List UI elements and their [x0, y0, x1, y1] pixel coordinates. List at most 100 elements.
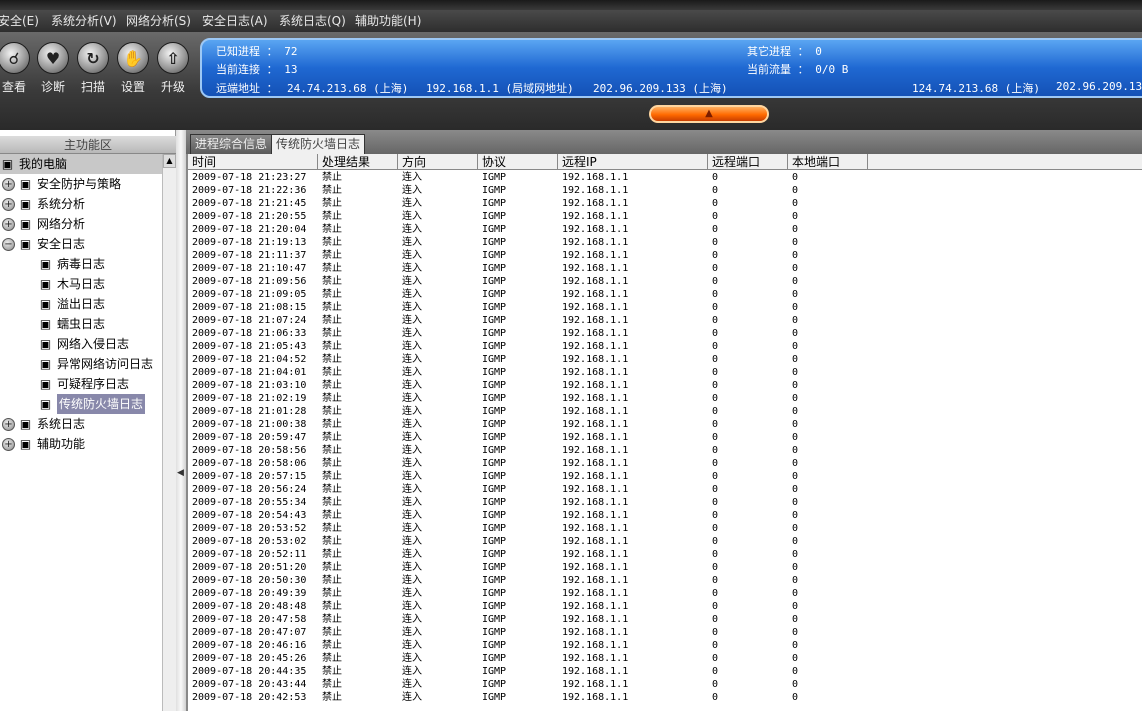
tab-process-info[interactable]: 进程综合信息 — [190, 134, 273, 154]
table-cell: 2009-07-18 20:52:11 — [192, 549, 307, 560]
table-cell: 0 — [712, 614, 719, 625]
table-row[interactable]: 2009-07-18 21:19:13 禁止 连入 IGMP 192.168.1.1 0 0 — [188, 236, 1142, 249]
table-cell: 禁止 — [322, 575, 342, 586]
collapse-icon[interactable]: − — [2, 238, 15, 251]
table-row[interactable]: 2009-07-18 20:58:56 禁止 连入 IGMP 192.168.1.1 0 0 — [188, 444, 1142, 457]
table-row[interactable]: 2009-07-18 20:48:48 禁止 连入 IGMP 192.168.1.1 0 0 — [188, 600, 1142, 613]
table-row[interactable]: 2009-07-18 21:21:45 禁止 连入 IGMP 192.168.1.1 0 0 — [188, 197, 1142, 210]
panel-splitter[interactable]: ◀ — [176, 130, 186, 711]
table-row[interactable]: 2009-07-18 21:10:47 禁止 连入 IGMP 192.168.1.1 0 0 — [188, 262, 1142, 275]
table-row[interactable]: 2009-07-18 20:59:47 禁止 连入 IGMP 192.168.1.1 0 0 — [188, 431, 1142, 444]
table-cell: IGMP — [482, 406, 507, 417]
table-row[interactable]: 2009-07-18 20:57:15 禁止 连入 IGMP 192.168.1.1 0 0 — [188, 470, 1142, 483]
table-row[interactable]: 2009-07-18 21:22:36 禁止 连入 IGMP 192.168.1.1 0 0 — [188, 184, 1142, 197]
tree-item[interactable]: ▣ 我的电脑 — [0, 154, 162, 174]
scan-icon: ↻ — [77, 42, 109, 74]
table-cell: IGMP — [482, 497, 507, 508]
table-cell: IGMP — [482, 653, 507, 664]
tab-firewall-log[interactable]: 传统防火墙日志 — [271, 134, 366, 154]
table-row[interactable]: 2009-07-18 20:45:26 禁止 连入 IGMP 192.168.1.1 0 0 — [188, 652, 1142, 665]
table-row[interactable]: 2009-07-18 21:09:05 禁止 连入 IGMP 192.168.1.1 0 0 — [188, 288, 1142, 301]
column-header[interactable]: 时间 — [188, 154, 318, 170]
table-cell: 禁止 — [322, 367, 342, 378]
column-header[interactable]: 方向 — [398, 154, 478, 170]
table-cell: IGMP — [482, 614, 507, 625]
table-row[interactable]: 2009-07-18 20:56:24 禁止 连入 IGMP 192.168.1.1 0 0 — [188, 483, 1142, 496]
table-row[interactable]: 2009-07-18 20:55:34 禁止 连入 IGMP 192.168.1.1 0 0 — [188, 496, 1142, 509]
syslog-icon: ▣ — [19, 417, 32, 431]
collapse-panel-button[interactable]: ▲ — [649, 105, 769, 123]
triangle-left-icon[interactable]: ◀ — [177, 468, 184, 478]
table-row[interactable]: 2009-07-18 21:08:15 禁止 连入 IGMP 192.168.1.1 0 0 — [188, 301, 1142, 314]
table-row[interactable]: 2009-07-18 20:53:52 禁止 连入 IGMP 192.168.1.1 0 0 — [188, 522, 1142, 535]
tree-item-label: 网络入侵日志 — [57, 337, 130, 351]
table-row[interactable]: 2009-07-18 21:20:55 禁止 连入 IGMP 192.168.1.1 0 0 — [188, 210, 1142, 223]
expand-icon[interactable]: + — [2, 418, 15, 431]
menu-system-log[interactable]: 系统日志(Q) — [279, 10, 346, 32]
table-cell: 2009-07-18 20:50:30 — [192, 575, 307, 586]
table-row[interactable]: 2009-07-18 21:09:56 禁止 连入 IGMP 192.168.1.1 0 0 — [188, 275, 1142, 288]
table-row[interactable]: 2009-07-18 20:50:30 禁止 连入 IGMP 192.168.1.1 0 0 — [188, 574, 1142, 587]
table-row[interactable]: 2009-07-18 21:00:38 禁止 连入 IGMP 192.168.1.1 0 0 — [188, 418, 1142, 431]
table-row[interactable]: 2009-07-18 20:47:07 禁止 连入 IGMP 192.168.1.1 0 0 — [188, 626, 1142, 639]
expand-icon[interactable]: + — [2, 198, 15, 211]
table-cell: 禁止 — [322, 562, 342, 573]
table-cell: 192.168.1.1 — [562, 367, 629, 378]
settings-button[interactable]: ✋ 设置 — [115, 42, 151, 95]
menu-system-analysis[interactable]: 系统分析(V) — [51, 10, 117, 32]
column-header[interactable]: 协议 — [478, 154, 558, 170]
table-cell: 连入 — [402, 484, 422, 495]
table-row[interactable]: 2009-07-18 21:05:43 禁止 连入 IGMP 192.168.1.1 0 0 — [188, 340, 1142, 353]
table-row[interactable]: 2009-07-18 21:04:01 禁止 连入 IGMP 192.168.1.1 0 0 — [188, 366, 1142, 379]
column-header[interactable]: 远程IP — [558, 154, 708, 170]
table-cell: IGMP — [482, 224, 507, 235]
table-cell: 禁止 — [322, 653, 342, 664]
table-row[interactable]: 2009-07-18 21:11:37 禁止 连入 IGMP 192.168.1.1 0 0 — [188, 249, 1142, 262]
table-row[interactable]: 2009-07-18 21:07:24 禁止 连入 IGMP 192.168.1.1 0 0 — [188, 314, 1142, 327]
expand-icon[interactable]: + — [2, 438, 15, 451]
table-cell: 0 — [792, 380, 799, 391]
expand-icon[interactable]: + — [2, 218, 15, 231]
table-row[interactable]: 2009-07-18 21:02:19 禁止 连入 IGMP 192.168.1.1 0 0 — [188, 392, 1142, 405]
table-row[interactable]: 2009-07-18 20:49:39 禁止 连入 IGMP 192.168.1.1 0 0 — [188, 587, 1142, 600]
table-row[interactable]: 2009-07-18 20:53:02 禁止 连入 IGMP 192.168.1.1 0 0 — [188, 535, 1142, 548]
table-row[interactable]: 2009-07-18 20:58:06 禁止 连入 IGMP 192.168.1.1 0 0 — [188, 457, 1142, 470]
table-cell: 0 — [792, 614, 799, 625]
table-row[interactable]: 2009-07-18 21:06:33 禁止 连入 IGMP 192.168.1.1 0 0 — [188, 327, 1142, 340]
table-cell: 0 — [792, 471, 799, 482]
menu-security[interactable]: 安全(E) — [0, 10, 39, 32]
table-row[interactable]: 2009-07-18 20:47:58 禁止 连入 IGMP 192.168.1.1 0 0 — [188, 613, 1142, 626]
table-row[interactable]: 2009-07-18 20:44:35 禁止 连入 IGMP 192.168.1.1 0 0 — [188, 665, 1142, 678]
table-cell: 0 — [712, 302, 719, 313]
table-cell: 0 — [712, 471, 719, 482]
table-row[interactable]: 2009-07-18 21:23:27 禁止 连入 IGMP 192.168.1.1 0 0 — [188, 171, 1142, 184]
table-row[interactable]: 2009-07-18 20:42:53 禁止 连入 IGMP 192.168.1.1 0 0 — [188, 691, 1142, 704]
upgrade-button[interactable]: ⇧ 升级 — [155, 42, 191, 95]
column-header[interactable]: 远程端口 — [708, 154, 788, 170]
scroll-up-arrow-icon[interactable]: ▲ — [163, 154, 176, 168]
table-row[interactable]: 2009-07-18 21:20:04 禁止 连入 IGMP 192.168.1.1 0 0 — [188, 223, 1142, 236]
table-row[interactable]: 2009-07-18 21:03:10 禁止 连入 IGMP 192.168.1.1 0 0 — [188, 379, 1142, 392]
expand-icon[interactable]: + — [2, 178, 15, 191]
menu-aux-functions[interactable]: 辅助功能(H) — [355, 10, 421, 32]
scan-button[interactable]: ↻ 扫描 — [75, 42, 111, 95]
column-header[interactable]: 本地端口 — [788, 154, 868, 170]
menu-security-log[interactable]: 安全日志(A) — [202, 10, 268, 32]
table-cell: 0 — [712, 575, 719, 586]
diagnose-button[interactable]: ♥ 诊断 — [35, 42, 71, 95]
table-cell: 192.168.1.1 — [562, 562, 629, 573]
table-row[interactable]: 2009-07-18 21:01:28 禁止 连入 IGMP 192.168.1.1 0 0 — [188, 405, 1142, 418]
tree-scrollbar[interactable]: ▲ — [162, 154, 176, 711]
table-row[interactable]: 2009-07-18 20:43:44 禁止 连入 IGMP 192.168.1.1 0 0 — [188, 678, 1142, 691]
table-row[interactable]: 2009-07-18 20:54:43 禁止 连入 IGMP 192.168.1.1 0 0 — [188, 509, 1142, 522]
table-row[interactable]: 2009-07-18 20:46:16 禁止 连入 IGMP 192.168.1.1 0 0 — [188, 639, 1142, 652]
table-cell: 禁止 — [322, 341, 342, 352]
table-cell: IGMP — [482, 185, 507, 196]
menu-network-analysis[interactable]: 网络分析(S) — [126, 10, 191, 32]
table-row[interactable]: 2009-07-18 20:51:20 禁止 连入 IGMP 192.168.1.1 0 0 — [188, 561, 1142, 574]
table-row[interactable]: 2009-07-18 21:04:52 禁止 连入 IGMP 192.168.1.1 0 0 — [188, 353, 1142, 366]
table-cell: 0 — [792, 575, 799, 586]
column-header[interactable]: 处理结果 — [318, 154, 398, 170]
table-row[interactable]: 2009-07-18 20:52:11 禁止 连入 IGMP 192.168.1.1 0 0 — [188, 548, 1142, 561]
view-button[interactable]: ☌ 查看 — [0, 42, 32, 95]
